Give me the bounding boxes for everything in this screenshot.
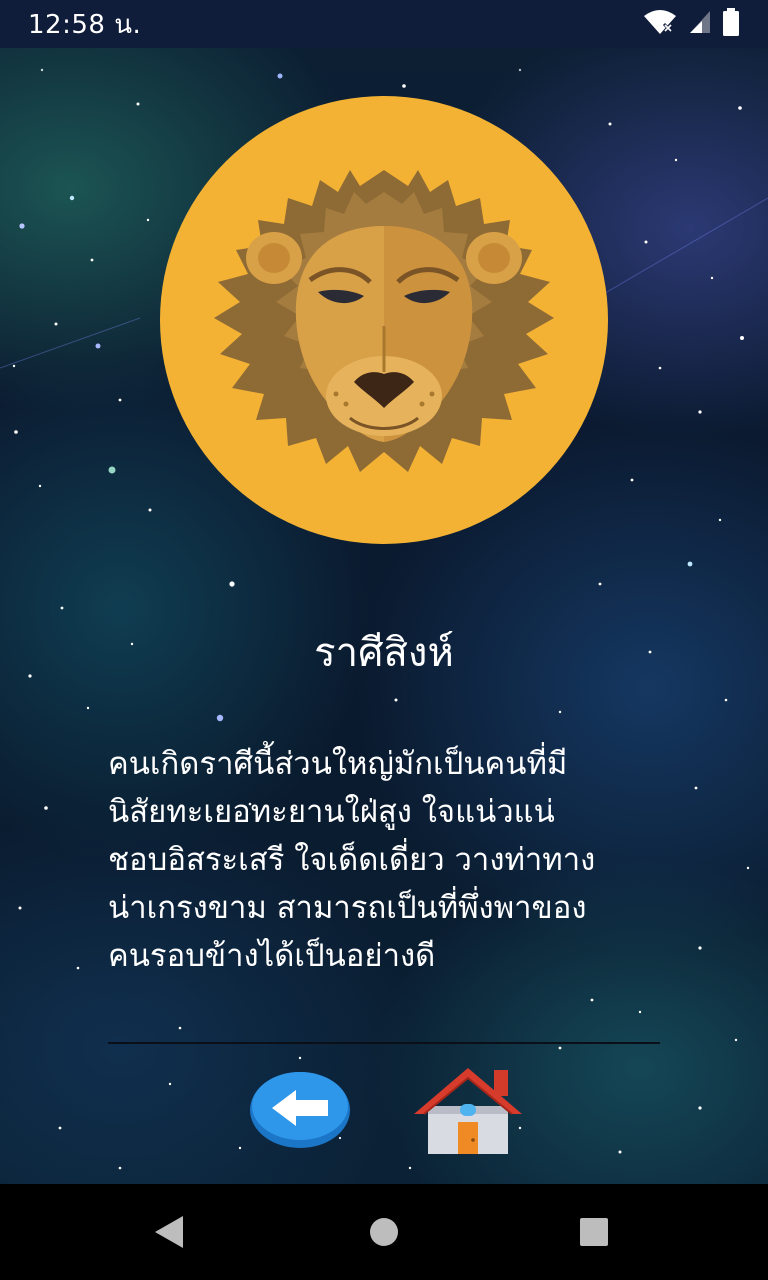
status-time: 12:58 น. <box>28 9 142 40</box>
lion-icon <box>160 96 608 544</box>
divider <box>108 1042 660 1044</box>
signal-icon <box>688 9 712 39</box>
back-nav-icon <box>155 1216 183 1248</box>
sign-title: ราศีสิงห์ <box>314 630 454 676</box>
back-button[interactable] <box>248 1068 352 1150</box>
home-button[interactable] <box>410 1062 526 1158</box>
nav-home-button[interactable] <box>334 1184 434 1280</box>
navigation-bar <box>0 1184 768 1280</box>
home-nav-icon <box>370 1218 398 1246</box>
screen: 12:58 น. ราศีสิงห์ คนเกิดราศีนี้ส่วนใหญ่… <box>0 0 768 1280</box>
sign-description: คนเกิดราศีนี้ส่วนใหญ่มักเป็นคนที่มี นิสั… <box>108 746 596 974</box>
back-arrow-icon <box>250 1072 350 1148</box>
recents-nav-icon <box>580 1218 608 1246</box>
status-icons <box>642 7 740 41</box>
content-area: ราศีสิงห์ คนเกิดราศีนี้ส่วนใหญ่มักเป็นคน… <box>0 48 768 1184</box>
status-bar: 12:58 น. <box>0 0 768 48</box>
wifi-icon <box>642 8 678 40</box>
home-icon <box>414 1068 522 1154</box>
nav-back-button[interactable] <box>120 1184 220 1280</box>
nav-recents-button[interactable] <box>544 1184 644 1280</box>
battery-icon <box>722 7 740 41</box>
